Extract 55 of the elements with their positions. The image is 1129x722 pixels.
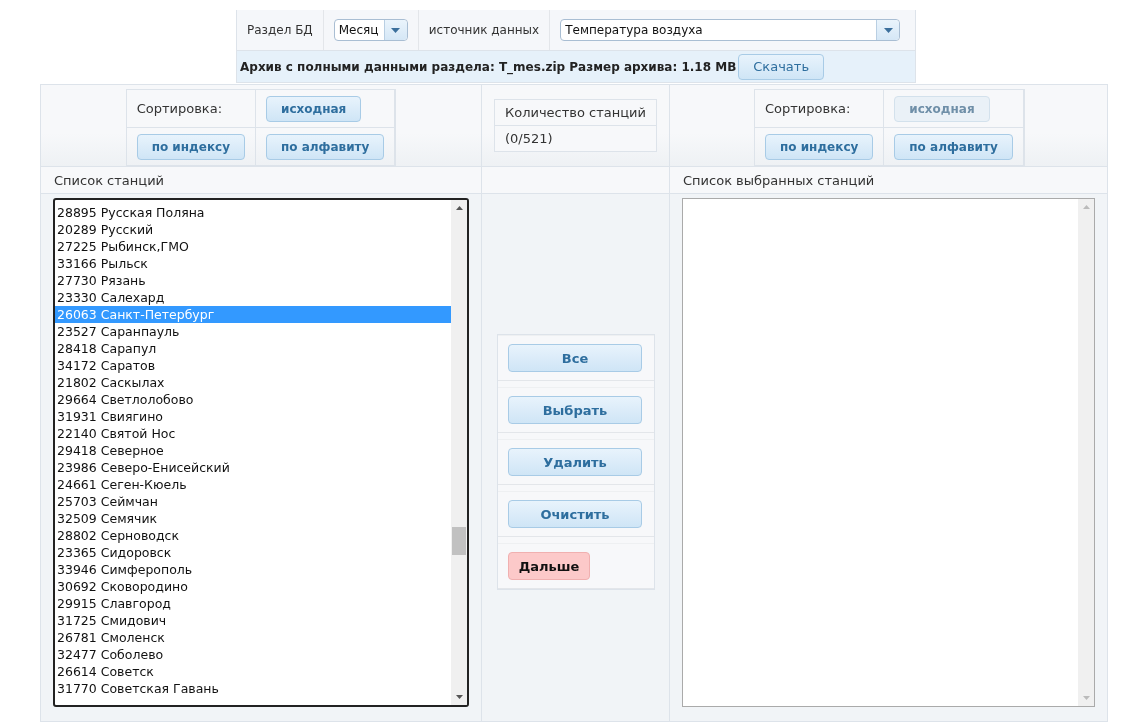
station-item[interactable]: 26781 Смоленск [55,629,451,646]
dropdown-icon [876,20,900,40]
station-item[interactable]: 20289 Русский [55,221,451,238]
station-item[interactable]: 22140 Святой Нос [55,425,451,442]
sort-button[interactable]: по индексу [136,133,245,160]
section-select[interactable]: Месяц [333,19,408,41]
station-item[interactable]: 33166 Рыльск [55,255,451,272]
station-item[interactable]: 23527 Саранпауль [55,323,451,340]
station-item[interactable]: 29915 Славгород [55,595,451,612]
sort-button[interactable]: по алфавиту [265,133,385,160]
station-item[interactable]: 27225 Рыбинск,ГМО [55,238,451,255]
count-label: Количество станций [505,105,646,120]
sort-label: Сортировка: [765,101,851,116]
scrollbar[interactable] [451,200,467,705]
sort-button[interactable]: исходная [265,95,362,122]
sort-label: Сортировка: [136,101,222,116]
station-item[interactable]: 23986 Северо-Енисейский [55,459,451,476]
station-item[interactable]: 23365 Сидоровск [55,544,451,561]
station-item[interactable]: 32477 Соболево [55,646,451,663]
station-item[interactable]: 21802 Саскылах [55,374,451,391]
station-item[interactable]: 31725 Смидович [55,612,451,629]
action-button[interactable]: Все [508,344,642,372]
station-item[interactable]: 33946 Симферополь [55,561,451,578]
section-label: Раздел БД [247,23,313,37]
station-item[interactable]: 27730 Рязань [55,272,451,289]
station-item[interactable]: 29664 Светлолобово [55,391,451,408]
station-item[interactable]: 28802 Серноводск [55,527,451,544]
station-item[interactable]: 29418 Северное [55,442,451,459]
next-button[interactable]: Дальше [508,552,590,580]
station-listbox[interactable] [53,198,469,707]
station-item[interactable]: 24661 Сеген-Кюель [55,476,451,493]
station-item[interactable]: 32509 Семячик [55,510,451,527]
station-item[interactable]: 30692 Сковородино [55,578,451,595]
station-item[interactable]: 28895 Русская Поляна [55,204,451,221]
station-item[interactable]: 31931 Свиягино [55,408,451,425]
action-button[interactable]: Удалить [508,448,642,476]
list-title: Список выбранных станций [683,172,875,188]
station-item[interactable]: 25703 Сеймчан [55,493,451,510]
action-button[interactable]: Очистить [508,500,642,528]
scroll-thumb[interactable] [452,527,466,555]
station-item[interactable]: 23330 Салехард [55,289,451,306]
archive-info: Архив с полными данными раздела: T_mes.zip Размер архива: 1.18 MB [240,59,737,74]
count-value: (0/521) [505,131,553,146]
station-item[interactable]: 31770 Советская Гавань [55,680,451,697]
station-item[interactable]: 26614 Советск [55,663,451,680]
list-title: Список станций [54,172,165,188]
action-button[interactable]: Выбрать [508,396,642,424]
download-button[interactable]: Скачать [738,53,825,80]
sort-button[interactable]: по индексу [765,133,874,160]
station-item[interactable]: 34172 Саратов [55,357,451,374]
station-item[interactable]: 28418 Сарапул [55,340,451,357]
source-select[interactable]: Температура воздуха [560,19,901,41]
source-label: источник данных [428,23,540,37]
sort-button[interactable]: по алфавиту [894,133,1013,160]
dropdown-icon [383,20,407,40]
